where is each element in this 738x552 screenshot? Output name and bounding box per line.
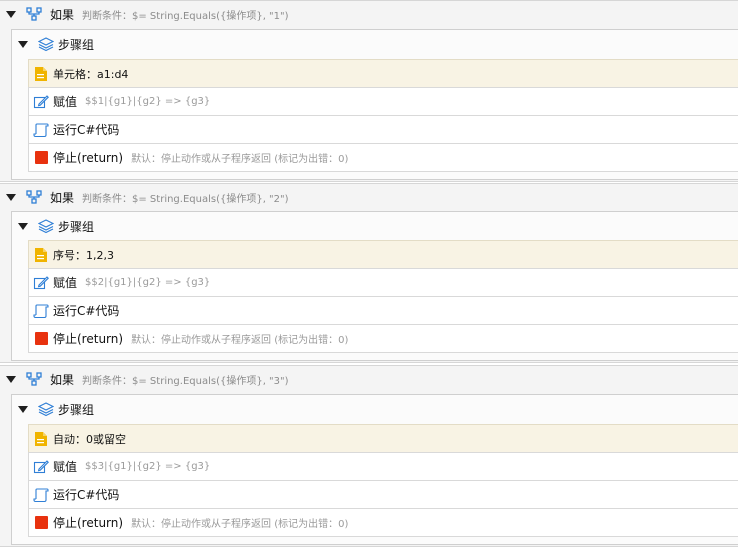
code-label: 运行C#代码 [53, 123, 120, 137]
group-title: 步骤组 [58, 219, 95, 234]
stop-row[interactable]: 停止(return) 默认：停止动作或从子程序返回 (标记为出错：0) [28, 324, 738, 353]
if-condition: 判断条件：$= String.Equals({操作项}, "3") [82, 375, 289, 387]
stop-row[interactable]: 停止(return) 默认：停止动作或从子程序返回 (标记为出错：0) [28, 143, 738, 172]
note-icon [33, 431, 49, 447]
edit-icon [33, 459, 49, 475]
if-title: 如果 [50, 372, 75, 387]
note-row[interactable]: 单元格：a1:d4 [28, 59, 738, 88]
group-title: 步骤组 [58, 402, 95, 417]
if-title: 如果 [50, 190, 75, 205]
collapse-caret-icon[interactable] [18, 40, 28, 48]
if-title: 如果 [50, 7, 75, 22]
collapse-caret-icon[interactable] [6, 193, 16, 201]
stop-icon [33, 515, 49, 531]
stop-icon [33, 331, 49, 347]
stop-hint: 默认：停止动作或从子程序返回 (标记为出错：0) [131, 154, 349, 165]
if-header[interactable]: 如果 判断条件：$= String.Equals({操作项}, "1") [0, 0, 738, 28]
group-title: 步骤组 [58, 37, 95, 52]
collapse-caret-icon[interactable] [6, 375, 16, 383]
code-row[interactable]: 运行C#代码 [28, 115, 738, 144]
assign-hint: $$2|{g1}|{g2} => {g3} [85, 277, 211, 288]
assign-hint: $$1|{g1}|{g2} => {g3} [85, 96, 211, 107]
code-row[interactable]: 运行C#代码 [28, 296, 738, 325]
step-group: 步骤组 自动：0或留空 赋值 $$3|{g1}|{g2} => {g3} 运行C… [11, 394, 738, 545]
note-icon [33, 66, 49, 82]
note-row[interactable]: 自动：0或留空 [28, 424, 738, 453]
assign-row[interactable]: 赋值 $$2|{g1}|{g2} => {g3} [28, 268, 738, 297]
code-label: 运行C#代码 [53, 488, 120, 502]
if-header[interactable]: 如果 判断条件：$= String.Equals({操作项}, "2") [0, 183, 738, 211]
stop-label: 停止(return) [53, 332, 124, 346]
assign-row[interactable]: 赋值 $$3|{g1}|{g2} => {g3} [28, 452, 738, 481]
script-icon [33, 303, 49, 319]
script-icon [33, 487, 49, 503]
collapse-caret-icon[interactable] [6, 10, 16, 18]
note-text: 序号：1,2,3 [53, 248, 114, 262]
collapse-caret-icon[interactable] [18, 405, 28, 413]
stop-row[interactable]: 停止(return) 默认：停止动作或从子程序返回 (标记为出错：0) [28, 508, 738, 537]
stop-hint: 默认：停止动作或从子程序返回 (标记为出错：0) [131, 335, 349, 346]
if-header[interactable]: 如果 判断条件：$= String.Equals({操作项}, "3") [0, 365, 738, 393]
group-header[interactable]: 步骤组 [12, 395, 738, 423]
assign-label: 赋值 [53, 460, 78, 474]
collapse-caret-icon[interactable] [18, 222, 28, 230]
layers-icon [38, 36, 54, 52]
note-text: 单元格：a1:d4 [53, 67, 129, 81]
group-header[interactable]: 步骤组 [12, 30, 738, 58]
code-row[interactable]: 运行C#代码 [28, 480, 738, 509]
group-header[interactable]: 步骤组 [12, 212, 738, 240]
assign-label: 赋值 [53, 95, 78, 109]
edit-icon [33, 275, 49, 291]
branch-icon [26, 371, 42, 387]
edit-icon [33, 94, 49, 110]
note-text: 自动：0或留空 [53, 432, 126, 446]
if-condition: 判断条件：$= String.Equals({操作项}, "2") [82, 193, 289, 205]
script-icon [33, 122, 49, 138]
note-icon [33, 247, 49, 263]
step-group: 步骤组 单元格：a1:d4 赋值 $$1|{g1}|{g2} => {g3} 运… [11, 29, 738, 180]
stop-hint: 默认：停止动作或从子程序返回 (标记为出错：0) [131, 519, 349, 530]
branch-icon [26, 189, 42, 205]
stop-label: 停止(return) [53, 151, 124, 165]
if-condition: 判断条件：$= String.Equals({操作项}, "1") [82, 10, 289, 22]
step-group: 步骤组 序号：1,2,3 赋值 $$2|{g1}|{g2} => {g3} 运行… [11, 211, 738, 361]
layers-icon [38, 401, 54, 417]
stop-icon [33, 150, 49, 166]
layers-icon [38, 218, 54, 234]
assign-hint: $$3|{g1}|{g2} => {g3} [85, 461, 211, 472]
stop-label: 停止(return) [53, 516, 124, 530]
code-label: 运行C#代码 [53, 304, 120, 318]
assign-row[interactable]: 赋值 $$1|{g1}|{g2} => {g3} [28, 87, 738, 116]
note-row[interactable]: 序号：1,2,3 [28, 240, 738, 269]
branch-icon [26, 6, 42, 22]
assign-label: 赋值 [53, 276, 78, 290]
